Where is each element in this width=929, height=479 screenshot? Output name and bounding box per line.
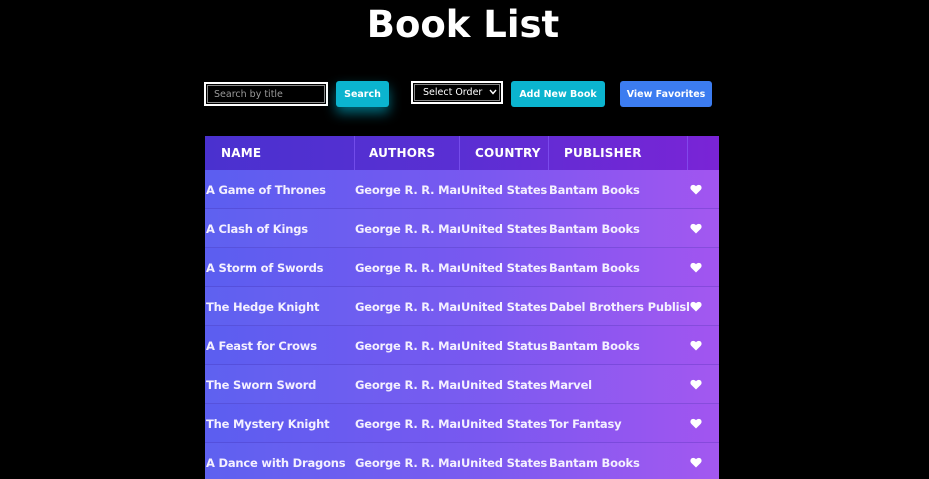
column-header-country: COUNTRY [460, 136, 549, 170]
cell-authors: George R. R. Martin [355, 299, 460, 314]
cell-authors: George R. R. Martin [355, 416, 460, 431]
cell-country: United States [461, 221, 548, 236]
column-header-authors: AUTHORS [355, 136, 460, 170]
book-table: NAME AUTHORS COUNTRY PUBLISHER A Game of… [205, 136, 719, 479]
cell-publisher: Bantam Books [549, 455, 640, 470]
cell-country: United States [461, 377, 548, 392]
cell-publisher: Tor Fantasy [549, 416, 622, 431]
table-header: NAME AUTHORS COUNTRY PUBLISHER [205, 136, 719, 170]
heart-icon[interactable] [689, 287, 703, 326]
cell-publisher: Bantam Books [549, 221, 640, 236]
heart-icon[interactable] [689, 404, 703, 443]
heart-icon[interactable] [689, 326, 703, 365]
table-row: A Storm of Swords George R. R. MartinUnit… [205, 248, 719, 287]
add-new-book-button[interactable]: Add New Book [511, 81, 605, 107]
cell-publisher: Bantam Books [549, 338, 640, 353]
cell-name: The Mystery Knight [206, 416, 330, 431]
cell-authors: George R. R. Martin [355, 182, 460, 197]
table-row: A Clash of Kings George R. R. MartinUnite… [205, 209, 719, 248]
cell-authors: George R. R. Martin [355, 377, 460, 392]
cell-name: The Sworn Sword [206, 377, 317, 392]
cell-name: A Feast for Crows [206, 338, 317, 353]
cell-name: A Clash of Kings [206, 221, 308, 236]
cell-authors: George R. R. Martin [355, 338, 460, 353]
search-button[interactable]: Search [336, 81, 389, 107]
cell-country: United States [461, 455, 548, 470]
search-input[interactable] [204, 82, 328, 106]
table-row: A Dance with Dragons George R. R. MartinU… [205, 443, 719, 479]
order-select[interactable]: Select Order [411, 81, 503, 104]
cell-publisher: Dabel Brothers Publishing [549, 299, 689, 314]
table-row: The Mystery Knight George R. R. MartinUni… [205, 404, 719, 443]
cell-country: United States [461, 416, 548, 431]
view-favorites-button[interactable]: View Favorites [620, 81, 712, 107]
column-header-publisher: PUBLISHER [549, 136, 688, 170]
chevron-down-icon [489, 88, 497, 97]
page-title: Book List [366, 3, 560, 46]
cell-publisher: Bantam Books [549, 260, 640, 275]
cell-country: United States [461, 260, 548, 275]
heart-icon[interactable] [689, 248, 703, 287]
cell-authors: George R. R. Martin [355, 455, 460, 470]
cell-authors: George R. R. Martin [355, 221, 460, 236]
table-row: The Sworn Sword George R. R. MartinUnited… [205, 365, 719, 404]
heart-icon[interactable] [689, 365, 703, 404]
heart-icon[interactable] [689, 170, 703, 209]
cell-authors: George R. R. Martin [355, 260, 460, 275]
cell-country: United States [461, 299, 548, 314]
cell-name: A Storm of Swords [206, 260, 324, 275]
cell-country: United Status [461, 338, 548, 353]
column-header-name: NAME [205, 136, 355, 170]
table-row: A Game of Thrones George R. R. MartinUnit… [205, 170, 719, 209]
cell-name: The Hedge Knight [206, 299, 320, 314]
cell-country: United States [461, 182, 548, 197]
table-row: A Feast for Crows George R. R. MartinUnit… [205, 326, 719, 365]
cell-name: A Dance with Dragons [206, 455, 346, 470]
cell-publisher: Marvel [549, 377, 592, 392]
cell-name: A Game of Thrones [206, 182, 326, 197]
heart-icon[interactable] [689, 209, 703, 248]
cell-publisher: Bantam Books [549, 182, 640, 197]
table-row: The Hedge Knight George R. R. MartinUnite… [205, 287, 719, 326]
heart-icon[interactable] [689, 443, 703, 479]
order-select-value: Select Order [423, 87, 483, 98]
